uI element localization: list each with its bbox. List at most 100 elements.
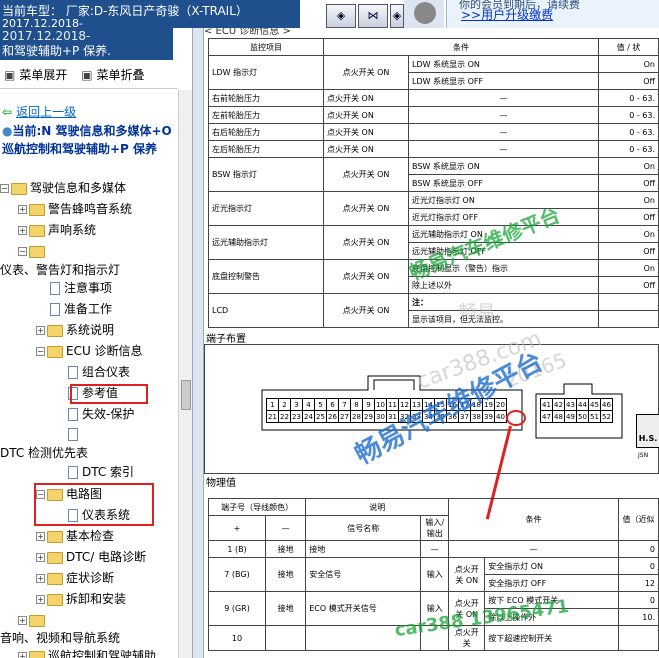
tree-node-3-folder[interactable]: −: [18, 243, 48, 259]
table-row: 近光指示灯 点火开关 ON 近光灯指示灯 ON On: [208, 191, 659, 226]
pin-25: 25: [314, 410, 327, 423]
folder-icon: [47, 572, 63, 585]
tree-node-8[interactable]: 组合仪表: [68, 364, 130, 380]
mechanic-icon: [404, 0, 444, 28]
tree-node-6[interactable]: + 系统说明: [36, 322, 114, 338]
tree-node-blank[interactable]: [68, 426, 82, 442]
tree-node-16[interactable]: + DTC/ 电路诊断: [36, 549, 146, 565]
scrollbar-thumb[interactable]: [181, 380, 191, 410]
document-icon: [50, 282, 60, 295]
pin-40-highlight: [506, 410, 526, 426]
section-heading: < ECU 诊断信息 >: [204, 28, 291, 37]
upgrade-link[interactable]: >>用户升级缴费: [461, 6, 553, 23]
folder-icon: [47, 345, 63, 358]
toolbar-button-1[interactable]: ◈: [326, 4, 356, 28]
expand-icon: +: [36, 326, 45, 335]
expand-controls: ▣ 菜单展开 ▣ 菜单折叠: [4, 66, 145, 83]
divider: [0, 88, 178, 89]
folder-icon: [29, 203, 45, 216]
tree-node-5[interactable]: 准备工作: [50, 301, 112, 317]
pin-26: 26: [326, 410, 339, 423]
folder-icon: [29, 614, 45, 627]
pin-27: 27: [338, 410, 351, 423]
col-header-item: 监控项目: [208, 38, 324, 56]
back-link[interactable]: ⇦ 返回上一级: [2, 103, 76, 120]
collapse-icon: −: [18, 247, 27, 256]
pane-splitter[interactable]: [192, 28, 204, 658]
pin-3: 3: [290, 398, 303, 411]
panel-title: 2017.12.2018- 和驾驶辅助+P 保养.: [0, 28, 173, 60]
tree-node-19[interactable]: 音响、视频和导航系统: [0, 630, 120, 646]
pin-6: 6: [326, 398, 339, 411]
tree-node-20[interactable]: + 巡航控制和驾驶辅助: [18, 648, 156, 658]
current-path-text: 当前:N 驾驶信息和多媒体+O 巡航控制和驾驶辅助+P 保养: [2, 124, 172, 156]
pin-5: 5: [314, 398, 327, 411]
pin-24: 24: [302, 410, 315, 423]
folder-icon: [47, 593, 63, 606]
document-viewer: < ECU 诊断信息 > 监控项目 条件 值 / 状 LDW 指示灯 点火开关 O…: [204, 28, 659, 658]
pin-2: 2: [278, 398, 291, 411]
panel-title-line1: 2017.12.2018-: [2, 29, 91, 43]
physical-values-heading: 物理值: [206, 478, 236, 489]
pin-47: 47: [540, 410, 553, 423]
table-row: 右前轮胎压力 点火开关 ON —0 - 63.: [208, 89, 659, 107]
collapse-icon: ▣: [81, 68, 93, 82]
pin-41: 41: [540, 398, 553, 411]
expand-icon: +: [36, 532, 45, 541]
expand-icon: ▣: [4, 68, 16, 82]
app-window: 当前车型： 厂家:D-东风日产奇骏（X-TRAIL） 2017.12.2018-…: [0, 0, 659, 658]
tree-node-12[interactable]: DTC 索引: [68, 464, 134, 480]
expand-icon: +: [18, 652, 27, 658]
collapse-icon: −: [36, 347, 45, 356]
panel-title-line2: 和驾驶辅助+P 保养.: [2, 44, 111, 58]
tree-node-2[interactable]: + 声响系统: [18, 222, 96, 238]
expand-icon: +: [36, 574, 45, 583]
folder-icon: [47, 530, 63, 543]
tree-node-11[interactable]: DTC 检测优先表: [0, 445, 88, 461]
hs-badge: H.S.: [636, 414, 659, 448]
left-scrollbar[interactable]: [178, 90, 192, 658]
table-row: 1 (B) 接地 接地 — —0: [207, 540, 659, 558]
tree-node-17[interactable]: + 症状诊断: [36, 570, 114, 586]
pin-49: 49: [564, 410, 577, 423]
col-header-cond: 条件: [323, 38, 599, 56]
pin-22: 22: [278, 410, 291, 423]
tree-node-10[interactable]: 失效-保护: [68, 406, 134, 422]
toolbar-button-2[interactable]: ⋈: [358, 4, 388, 28]
folder-icon: [29, 245, 45, 258]
collapse-all-link[interactable]: 菜单折叠: [97, 68, 145, 82]
pin-11: 11: [386, 398, 399, 411]
pin-39: 39: [482, 410, 495, 423]
tree-node-7[interactable]: − ECU 诊断信息: [36, 343, 143, 359]
expand-all-link[interactable]: 菜单展开: [19, 68, 67, 82]
tree-node-4[interactable]: 注意事项: [50, 280, 112, 296]
tree-node-18[interactable]: + 拆卸和安装: [36, 591, 126, 607]
tree-node-3[interactable]: 仪表、警告灯和指示灯: [0, 262, 120, 278]
tree-node-19-folder[interactable]: +: [18, 612, 48, 628]
current-path: ●当前:N 驾驶信息和多媒体+O 巡航控制和驾驶辅助+P 保养: [2, 122, 182, 158]
pin-40: 40: [494, 410, 507, 423]
current-icon: ●: [2, 124, 13, 138]
expand-icon: +: [18, 226, 27, 235]
tree-node-15[interactable]: + 基本检查: [36, 528, 114, 544]
tree-node-0[interactable]: − 驾驶信息和多媒体: [0, 180, 126, 196]
terminal-layout-heading: 端子布置: [206, 334, 246, 345]
collapse-icon: −: [0, 184, 9, 193]
table-row: 左后轮胎压力 点火开关 ON —0 - 63.: [208, 140, 659, 158]
header-bar: 当前车型： 厂家:D-东风日产奇骏（X-TRAIL） 2017.12.2018-…: [0, 0, 659, 30]
pin-46: 46: [600, 398, 613, 411]
back-label: 返回上一级: [16, 105, 77, 119]
folder-icon: [11, 182, 27, 195]
table-row: LCD 点火开关 ON 注：: [208, 293, 659, 328]
pin-1: 1: [266, 398, 279, 411]
toolbar-button-3[interactable]: ◈: [390, 4, 404, 28]
table-row: 左前轮胎压力 点火开关 ON —0 - 63.: [208, 106, 659, 124]
folder-icon: [29, 650, 45, 658]
pin-28: 28: [350, 410, 363, 423]
folder-icon: [47, 551, 63, 564]
tree-node-1[interactable]: + 警告蜂鸣音系统: [18, 201, 132, 217]
pin-4: 4: [302, 398, 315, 411]
highlight-reference-value: [70, 384, 148, 404]
table-row: 9 (GR) 接地 ECO 模式开关信号 输入 点火开关 ON 按下 ECO 模式开关 0: [207, 591, 659, 626]
connector-pins-right: 41 42 43 44 45 46 47 48 49 50 51 52: [540, 398, 613, 423]
